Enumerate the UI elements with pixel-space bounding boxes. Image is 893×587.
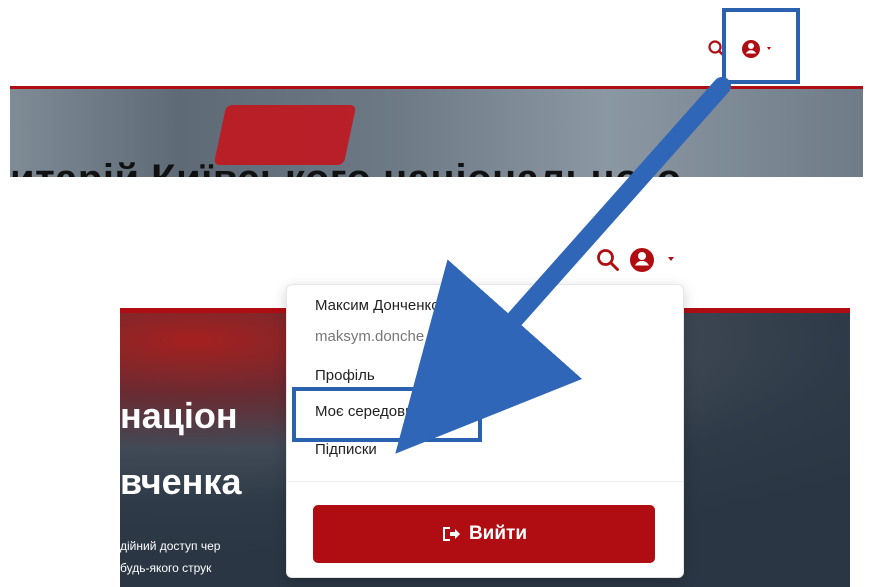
hero-text-line-1: дійний доступ чер <box>120 539 221 553</box>
hero-title-line-2: вченка <box>120 461 242 502</box>
highlight-user-menu <box>722 8 800 84</box>
sign-out-icon <box>441 525 461 543</box>
search-icon[interactable] <box>595 247 621 273</box>
hero-text-line-2: будь-якого струк <box>120 561 212 575</box>
menu-item-profile[interactable]: Профіль <box>315 367 375 384</box>
caret-down-icon <box>668 257 674 261</box>
user-email: maksym.donche @knu.ua <box>315 328 489 345</box>
top-hero-banner: итарій Київського національного <box>10 86 863 177</box>
highlight-my-environment <box>292 387 482 442</box>
menu-divider <box>287 481 683 482</box>
user-name: Максим Донченко <box>315 297 440 314</box>
logout-button[interactable]: Вийти <box>313 505 655 563</box>
user-menu-toggle[interactable] <box>628 245 684 275</box>
banner-graphic <box>213 105 357 165</box>
menu-item-subscriptions[interactable]: Підписки <box>315 441 377 458</box>
hero-title-line-1: націон <box>120 395 238 436</box>
user-circle-icon <box>630 248 674 272</box>
logout-label: Вийти <box>468 523 528 544</box>
top-hero-text: итарій Київського національного <box>10 157 682 177</box>
